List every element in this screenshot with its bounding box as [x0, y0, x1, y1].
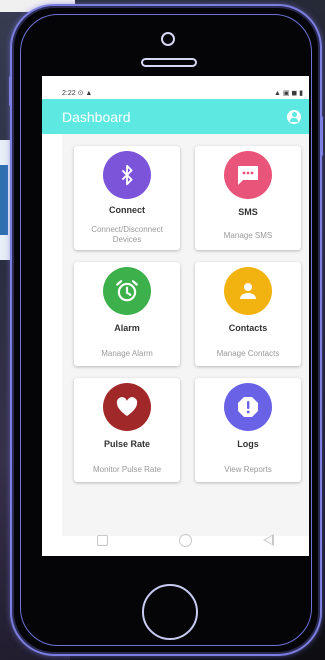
power-button — [320, 116, 323, 156]
back-icon[interactable] — [262, 534, 274, 546]
card-subtitle: Monitor Pulse Rate — [92, 465, 162, 474]
account-circle-icon[interactable] — [287, 109, 301, 124]
card-pulse-rate[interactable]: Pulse Rate Monitor Pulse Rate — [74, 378, 180, 482]
card-subtitle: View Reports — [224, 465, 272, 474]
recent-apps-icon[interactable] — [97, 534, 109, 546]
home-icon[interactable] — [178, 533, 192, 547]
system-nav-bar — [62, 524, 309, 556]
card-title: Connect — [109, 205, 145, 215]
card-title: SMS — [238, 207, 258, 217]
status-bar: 2:22 ⊙ ▲ ▲ ▣ ◼ ▮ — [42, 76, 309, 99]
contact-icon — [224, 267, 272, 315]
app-bar: Dashboard — [42, 99, 309, 134]
status-left: 2:22 ⊙ ▲ — [62, 90, 93, 97]
card-subtitle: Manage SMS — [223, 231, 273, 240]
alert-icon — [224, 383, 272, 431]
heart-icon — [103, 383, 151, 431]
card-title: Contacts — [228, 323, 268, 333]
home-button[interactable] — [142, 584, 198, 640]
card-connect[interactable]: Connect Connect/Disconnect Devices — [74, 146, 180, 250]
volume-button — [9, 76, 12, 106]
card-subtitle: Connect/Disconnect Devices — [91, 225, 163, 244]
card-sms[interactable]: SMS Manage SMS — [195, 146, 301, 250]
phone-screen: 2:22 ⊙ ▲ ▲ ▣ ◼ ▮ Dashboard Connect Conne… — [42, 76, 309, 556]
front-camera — [161, 32, 175, 46]
card-title: Logs — [237, 439, 259, 449]
background-strip — [0, 165, 8, 235]
phone-frame: 2:22 ⊙ ▲ ▲ ▣ ◼ ▮ Dashboard Connect Conne… — [9, 4, 323, 656]
card-contacts[interactable]: Contacts Manage Contacts — [195, 262, 301, 366]
sms-icon — [224, 151, 272, 199]
card-subtitle: Manage Contacts — [216, 349, 280, 358]
card-subtitle: Manage Alarm — [101, 349, 153, 358]
earpiece-speaker — [141, 58, 197, 67]
card-title: Pulse Rate — [103, 439, 151, 449]
status-right: ▲ ▣ ◼ ▮ — [273, 90, 303, 97]
card-logs[interactable]: Logs View Reports — [195, 378, 301, 482]
dashboard-grid: Connect Connect/Disconnect Devices SMS M… — [62, 134, 309, 536]
page-title: Dashboard — [62, 108, 131, 125]
bluetooth-icon — [103, 151, 151, 199]
card-alarm[interactable]: Alarm Manage Alarm — [74, 262, 180, 366]
card-title: Alarm — [114, 323, 140, 333]
alarm-icon — [103, 267, 151, 315]
